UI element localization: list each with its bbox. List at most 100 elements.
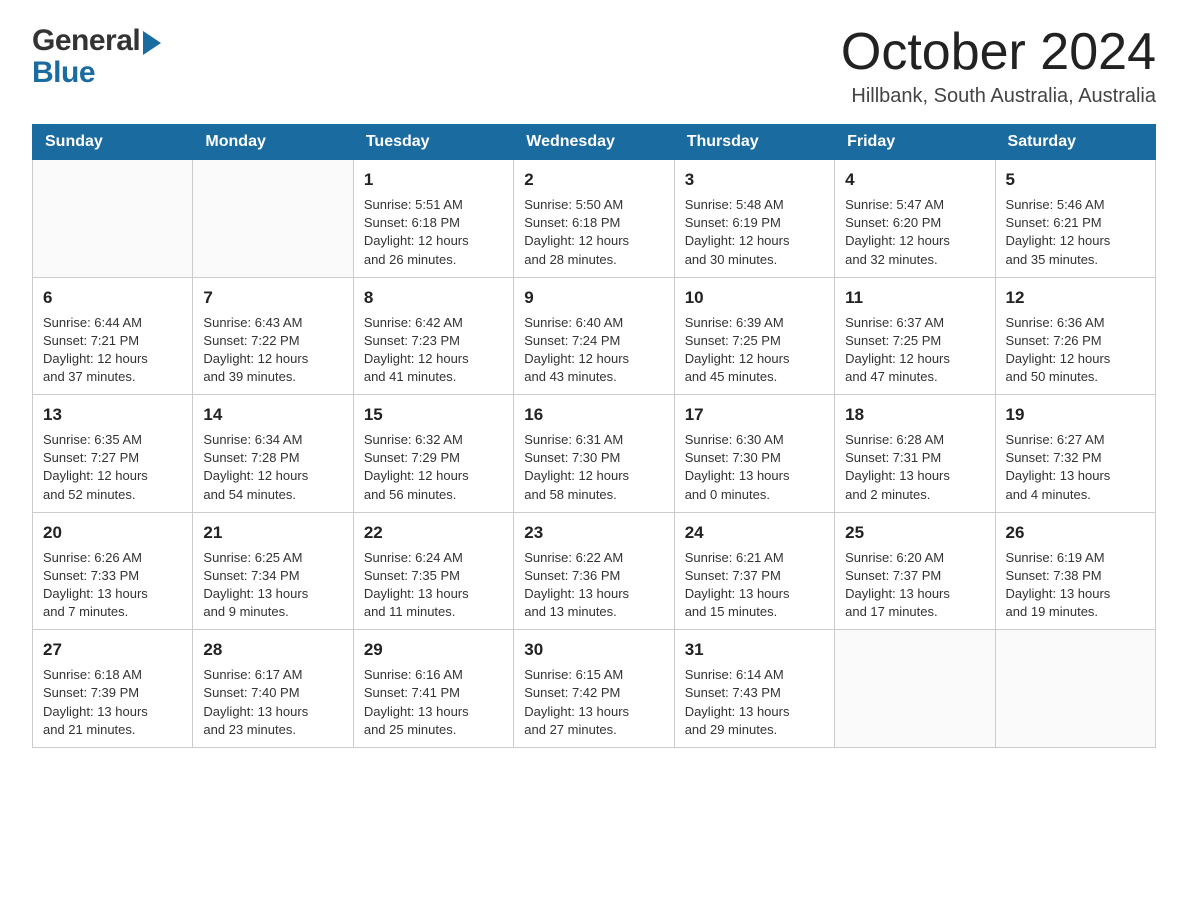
calendar-week-row: 6 Sunrise: 6:44 AM Sunset: 7:21 PM Daylig… [33, 277, 1156, 395]
calendar-cell: 12 Sunrise: 6:36 AM Sunset: 7:26 PM Dayli… [995, 277, 1155, 395]
day-number: 20 [43, 521, 182, 545]
calendar-cell: 7 Sunrise: 6:43 AM Sunset: 7:22 PM Daylig… [193, 277, 353, 395]
day-info: Sunrise: 6:15 AM Sunset: 7:42 PM Dayligh… [524, 666, 663, 739]
day-number: 8 [364, 286, 503, 310]
day-number: 14 [203, 403, 342, 427]
title-section: October 2024 Hillbank, South Australia, … [841, 24, 1156, 108]
day-number: 29 [364, 638, 503, 662]
day-number: 24 [685, 521, 824, 545]
calendar-cell: 4Sunrise: 5:47 AM Sunset: 6:20 PM Daylig… [835, 160, 995, 278]
calendar-cell [193, 160, 353, 278]
day-number: 10 [685, 286, 824, 310]
calendar-week-row: 1 Sunrise: 5:51 AM Sunset: 6:18 PM Daylig… [33, 160, 1156, 278]
calendar-cell: 11 Sunrise: 6:37 AM Sunset: 7:25 PM Dayli… [835, 277, 995, 395]
calendar-cell: 21Sunrise: 6:25 AM Sunset: 7:34 PM Dayli… [193, 512, 353, 630]
day-info: Sunrise: 6:36 AM Sunset: 7:26 PM Dayligh… [1006, 314, 1145, 387]
day-info: Sunrise: 6:37 AM Sunset: 7:25 PM Dayligh… [845, 314, 984, 387]
location-title: Hillbank, South Australia, Australia [841, 85, 1156, 108]
calendar-cell: 3Sunrise: 5:48 AM Sunset: 6:19 PM Daylig… [674, 160, 834, 278]
calendar-cell: 23Sunrise: 6:22 AM Sunset: 7:36 PM Dayli… [514, 512, 674, 630]
day-info: Sunrise: 6:17 AM Sunset: 7:40 PM Dayligh… [203, 666, 342, 739]
day-number: 6 [43, 286, 182, 310]
day-number: 5 [1006, 168, 1145, 192]
day-number: 28 [203, 638, 342, 662]
calendar-cell: 29 Sunrise: 6:16 AM Sunset: 7:41 PM Dayli… [353, 630, 513, 748]
logo-blue-text: Blue [32, 56, 95, 90]
day-info: Sunrise: 6:26 AM Sunset: 7:33 PM Dayligh… [43, 549, 182, 622]
day-number: 18 [845, 403, 984, 427]
page-header: General Blue October 2024 Hillbank, Sout… [32, 24, 1156, 108]
calendar-cell: 20 Sunrise: 6:26 AM Sunset: 7:33 PM Dayli… [33, 512, 193, 630]
day-number: 3 [685, 168, 824, 192]
day-info: Sunrise: 6:39 AM Sunset: 7:25 PM Dayligh… [685, 314, 824, 387]
day-info: Sunrise: 6:44 AM Sunset: 7:21 PM Dayligh… [43, 314, 182, 387]
calendar-cell: 15Sunrise: 6:32 AM Sunset: 7:29 PM Dayli… [353, 395, 513, 513]
day-info: Sunrise: 5:51 AM Sunset: 6:18 PM Dayligh… [364, 196, 503, 269]
day-info: Sunrise: 6:18 AM Sunset: 7:39 PM Dayligh… [43, 666, 182, 739]
day-number: 31 [685, 638, 824, 662]
calendar-cell: 28 Sunrise: 6:17 AM Sunset: 7:40 PM Dayli… [193, 630, 353, 748]
day-number: 19 [1006, 403, 1145, 427]
day-number: 17 [685, 403, 824, 427]
day-number: 1 [364, 168, 503, 192]
column-header-saturday: Saturday [995, 125, 1155, 160]
day-number: 22 [364, 521, 503, 545]
day-info: Sunrise: 6:24 AM Sunset: 7:35 PM Dayligh… [364, 549, 503, 622]
calendar-cell: 25 Sunrise: 6:20 AM Sunset: 7:37 PM Dayli… [835, 512, 995, 630]
calendar-cell: 1 Sunrise: 5:51 AM Sunset: 6:18 PM Daylig… [353, 160, 513, 278]
calendar-cell: 16Sunrise: 6:31 AM Sunset: 7:30 PM Dayli… [514, 395, 674, 513]
calendar-cell: 22 Sunrise: 6:24 AM Sunset: 7:35 PM Dayli… [353, 512, 513, 630]
calendar-cell: 18Sunrise: 6:28 AM Sunset: 7:31 PM Dayli… [835, 395, 995, 513]
logo-chevron-icon [143, 31, 161, 55]
calendar-cell: 8Sunrise: 6:42 AM Sunset: 7:23 PM Daylig… [353, 277, 513, 395]
day-info: Sunrise: 6:19 AM Sunset: 7:38 PM Dayligh… [1006, 549, 1145, 622]
day-number: 4 [845, 168, 984, 192]
day-info: Sunrise: 6:20 AM Sunset: 7:37 PM Dayligh… [845, 549, 984, 622]
calendar-cell: 26Sunrise: 6:19 AM Sunset: 7:38 PM Dayli… [995, 512, 1155, 630]
day-info: Sunrise: 6:32 AM Sunset: 7:29 PM Dayligh… [364, 431, 503, 504]
day-number: 11 [845, 286, 984, 310]
day-number: 27 [43, 638, 182, 662]
column-header-thursday: Thursday [674, 125, 834, 160]
calendar-cell: 31Sunrise: 6:14 AM Sunset: 7:43 PM Dayli… [674, 630, 834, 748]
day-number: 25 [845, 521, 984, 545]
column-header-sunday: Sunday [33, 125, 193, 160]
day-number: 7 [203, 286, 342, 310]
calendar-week-row: 20 Sunrise: 6:26 AM Sunset: 7:33 PM Dayli… [33, 512, 1156, 630]
calendar-table: SundayMondayTuesdayWednesdayThursdayFrid… [32, 124, 1156, 748]
calendar-cell: 24Sunrise: 6:21 AM Sunset: 7:37 PM Dayli… [674, 512, 834, 630]
day-number: 9 [524, 286, 663, 310]
calendar-header-row: SundayMondayTuesdayWednesdayThursdayFrid… [33, 125, 1156, 160]
calendar-cell: 6 Sunrise: 6:44 AM Sunset: 7:21 PM Daylig… [33, 277, 193, 395]
calendar-cell: 2Sunrise: 5:50 AM Sunset: 6:18 PM Daylig… [514, 160, 674, 278]
day-number: 16 [524, 403, 663, 427]
day-info: Sunrise: 5:46 AM Sunset: 6:21 PM Dayligh… [1006, 196, 1145, 269]
day-info: Sunrise: 6:40 AM Sunset: 7:24 PM Dayligh… [524, 314, 663, 387]
calendar-week-row: 27 Sunrise: 6:18 AM Sunset: 7:39 PM Dayli… [33, 630, 1156, 748]
day-info: Sunrise: 6:43 AM Sunset: 7:22 PM Dayligh… [203, 314, 342, 387]
column-header-monday: Monday [193, 125, 353, 160]
calendar-cell [33, 160, 193, 278]
day-info: Sunrise: 6:25 AM Sunset: 7:34 PM Dayligh… [203, 549, 342, 622]
column-header-friday: Friday [835, 125, 995, 160]
day-info: Sunrise: 6:30 AM Sunset: 7:30 PM Dayligh… [685, 431, 824, 504]
calendar-cell: 19 Sunrise: 6:27 AM Sunset: 7:32 PM Dayli… [995, 395, 1155, 513]
calendar-cell: 9 Sunrise: 6:40 AM Sunset: 7:24 PM Daylig… [514, 277, 674, 395]
day-info: Sunrise: 6:34 AM Sunset: 7:28 PM Dayligh… [203, 431, 342, 504]
calendar-cell [835, 630, 995, 748]
day-info: Sunrise: 6:27 AM Sunset: 7:32 PM Dayligh… [1006, 431, 1145, 504]
calendar-cell [995, 630, 1155, 748]
day-number: 23 [524, 521, 663, 545]
day-number: 2 [524, 168, 663, 192]
day-info: Sunrise: 6:35 AM Sunset: 7:27 PM Dayligh… [43, 431, 182, 504]
day-number: 13 [43, 403, 182, 427]
day-info: Sunrise: 6:16 AM Sunset: 7:41 PM Dayligh… [364, 666, 503, 739]
month-title: October 2024 [841, 24, 1156, 81]
calendar-cell: 10 Sunrise: 6:39 AM Sunset: 7:25 PM Dayli… [674, 277, 834, 395]
calendar-cell: 17 Sunrise: 6:30 AM Sunset: 7:30 PM Dayli… [674, 395, 834, 513]
column-header-wednesday: Wednesday [514, 125, 674, 160]
logo-general-text: General [32, 24, 140, 58]
logo: General Blue [32, 24, 161, 90]
calendar-cell: 30Sunrise: 6:15 AM Sunset: 7:42 PM Dayli… [514, 630, 674, 748]
day-number: 12 [1006, 286, 1145, 310]
